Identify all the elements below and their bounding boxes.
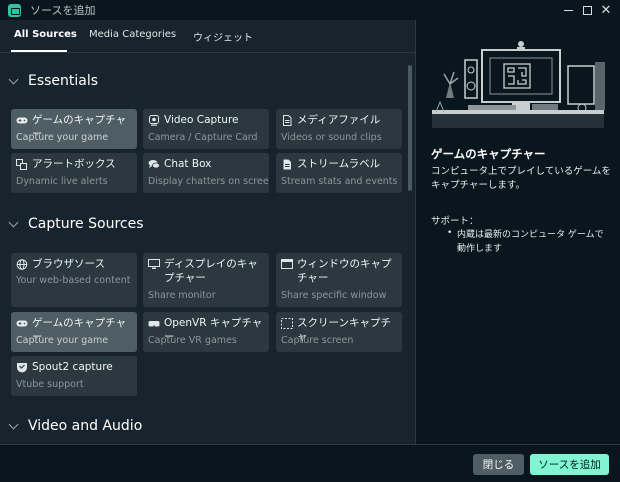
dialog-footer: 閉じる ソースを追加: [0, 444, 620, 482]
preview-panel: ゲームのキャプチャー コンピュータ上でプレイしているゲームをキャプチャーします。…: [415, 20, 620, 444]
chat-icon: [148, 159, 160, 170]
tab-bar: All Sources Media Categories ウィジェット: [0, 20, 415, 53]
source-description: Camera / Capture Card: [148, 132, 258, 143]
monitor-icon: [148, 259, 160, 270]
source-card-display-capture[interactable]: ディスプレイのキャプチャー Share monitor: [143, 253, 269, 307]
webcam-icon: [148, 115, 160, 126]
vr-headset-icon: [148, 318, 160, 329]
source-description: Capture VR games: [148, 335, 237, 346]
alert-box-icon: [16, 159, 28, 170]
source-description: Videos or sound clips: [281, 132, 382, 143]
preview-description: コンピュータ上でプレイしているゲームをキャプチャーします。: [431, 166, 611, 191]
source-name: メディアファイル: [297, 114, 381, 126]
section-header-capture-sources[interactable]: Capture Sources: [0, 216, 144, 232]
chevron-down-icon: [8, 217, 19, 228]
source-name: アラートボックス: [32, 158, 116, 170]
source-name: ストリームラベル: [297, 158, 381, 170]
source-description: Your web-based content: [16, 275, 131, 286]
source-description: Capture your game: [16, 335, 109, 346]
screen-capture-icon: [281, 318, 293, 329]
source-name: Chat Box: [164, 158, 212, 170]
file-icon: [281, 115, 293, 126]
chevron-down-icon: [8, 74, 19, 85]
spout-icon: [16, 362, 28, 373]
section-header-essentials[interactable]: Essentials: [0, 73, 98, 89]
section-header-video-audio[interactable]: Video and Audio: [0, 418, 142, 434]
label-icon: [281, 159, 293, 170]
source-card-spout2-capture[interactable]: Spout2 capture Vtube support: [11, 356, 137, 396]
close-icon: ✕: [600, 2, 612, 18]
section-title: Capture Sources: [28, 216, 144, 232]
chevron-down-icon: [8, 419, 19, 430]
add-source-button[interactable]: ソースを追加: [530, 454, 609, 475]
source-description: Stream stats and events: [281, 176, 398, 187]
source-card-game-capture[interactable]: ゲームのキャプチャー Capture your game: [11, 109, 137, 149]
source-card-window-capture[interactable]: ウィンドウのキャプチャー Share specific window: [276, 253, 402, 307]
tab-media-categories[interactable]: Media Categories: [89, 29, 176, 40]
source-description: Share monitor: [148, 290, 216, 301]
source-card-screen-capture[interactable]: スクリーンキャプチャ Capture screen: [276, 312, 402, 352]
section-title: Essentials: [28, 73, 99, 89]
close-window-button[interactable]: ✕: [594, 0, 618, 20]
source-card-media-file[interactable]: メディアファイル Videos or sound clips: [276, 109, 402, 149]
source-card-game-capture-2[interactable]: ゲームのキャプチャー Capture your game: [11, 312, 137, 352]
tab-all-sources[interactable]: All Sources: [14, 29, 77, 40]
source-description: Vtube support: [16, 379, 84, 390]
source-description: Dynamic live alerts: [16, 176, 108, 187]
source-card-stream-label[interactable]: ストリームラベル Stream stats and events: [276, 153, 402, 193]
support-label: サポート：: [431, 216, 479, 227]
globe-icon: [16, 259, 28, 270]
source-name: ウィンドウのキャプチャー: [297, 258, 392, 284]
gamepad-icon: [16, 318, 28, 329]
source-name: Video Capture: [164, 114, 239, 126]
minimize-icon: [563, 9, 573, 11]
source-description: Share specific window: [281, 290, 387, 301]
preview-title: ゲームのキャプチャー: [431, 147, 546, 161]
source-card-chat-box[interactable]: Chat Box Display chatters on screen: [143, 153, 269, 193]
source-card-video-capture[interactable]: Video Capture Camera / Capture Card: [143, 109, 269, 149]
section-title: Video and Audio: [28, 418, 143, 434]
window-title: ソースを追加: [30, 4, 96, 17]
support-item: 内蔵は最新のコンピュータ ゲームで動作します: [457, 230, 604, 254]
source-list-panel: All Sources Media Categories ウィジェット Esse…: [0, 20, 415, 444]
source-description: Capture your game: [16, 132, 109, 143]
source-card-alert-box[interactable]: アラートボックス Dynamic live alerts: [11, 153, 137, 193]
title-bar: ソースを追加 ✕: [0, 0, 620, 20]
tab-widgets[interactable]: ウィジェット: [193, 29, 253, 44]
window-icon: [281, 259, 293, 270]
active-tab-indicator: [11, 50, 67, 52]
bullet-icon: •: [447, 228, 453, 238]
scrollbar-thumb[interactable]: [408, 65, 412, 191]
source-card-openvr-capture[interactable]: OpenVR キャプチャー Capture VR games: [143, 312, 269, 352]
source-name: ブラウザソース: [32, 258, 105, 270]
source-card-browser-source[interactable]: ブラウザソース Your web-based content: [11, 253, 137, 307]
maximize-icon: [582, 5, 592, 15]
game-setup-illustration: [432, 41, 605, 128]
gamepad-icon: [16, 115, 28, 126]
close-button[interactable]: 閉じる: [473, 454, 524, 475]
app-icon: [8, 3, 21, 17]
source-description: Capture screen: [281, 335, 354, 346]
source-name: ディスプレイのキャプチャー: [164, 258, 258, 284]
source-description: Display chatters on screen: [148, 176, 269, 187]
source-name: Spout2 capture: [32, 361, 113, 373]
